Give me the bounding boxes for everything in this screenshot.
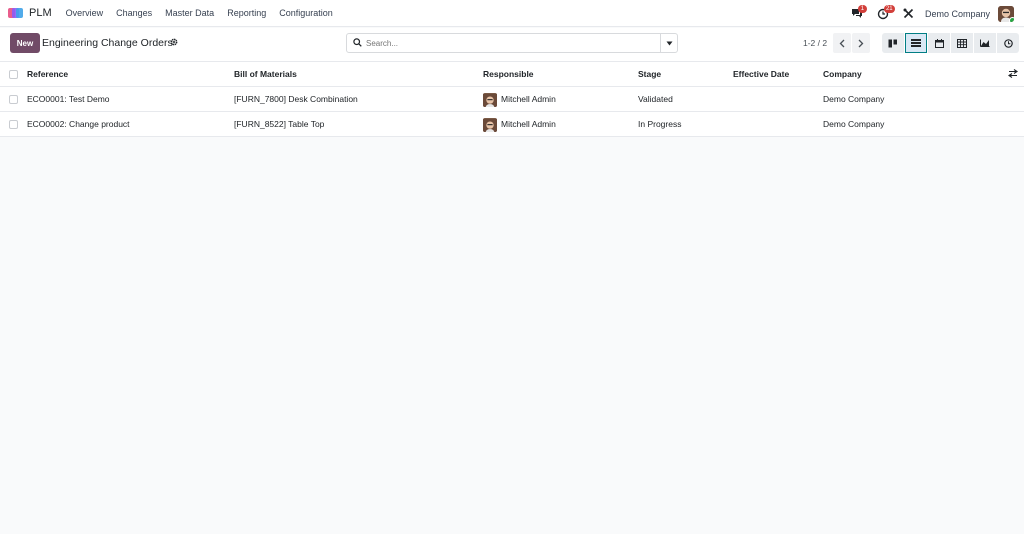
user-avatar[interactable] — [998, 5, 1014, 22]
cell-stage: In Progress — [638, 119, 682, 129]
list-view-button[interactable] — [905, 33, 927, 53]
list-icon — [911, 39, 921, 47]
calendar-view-button[interactable] — [928, 33, 950, 53]
search-input[interactable] — [366, 37, 656, 49]
column-header-company[interactable]: Company — [823, 62, 862, 87]
tools-button[interactable] — [901, 6, 917, 22]
search-bar — [346, 33, 678, 53]
main-menu: Overview Changes Master Data Reporting C… — [66, 8, 346, 18]
search-options-toggle[interactable] — [660, 34, 677, 52]
table-header-row: Reference Bill of Materials Responsible … — [0, 62, 1024, 87]
row-checkbox[interactable] — [9, 120, 18, 129]
menu-master-data[interactable]: Master Data — [165, 8, 214, 18]
new-button[interactable]: New — [10, 33, 40, 53]
menu-overview[interactable]: Overview — [66, 8, 104, 18]
select-all-checkbox[interactable] — [9, 70, 18, 79]
control-panel: New Engineering Change Orders 1-2 / 2 — [0, 28, 1024, 62]
cell-responsible: Mitchell Admin — [483, 112, 556, 137]
company-switcher[interactable]: Demo Company — [925, 9, 990, 19]
table-row[interactable]: ECO0002: Change product [FURN_8522] Tabl… — [0, 112, 1024, 137]
plm-app-icon — [8, 7, 23, 19]
menu-changes[interactable]: Changes — [116, 8, 152, 18]
menu-configuration[interactable]: Configuration — [279, 8, 333, 18]
activity-icon — [1003, 38, 1013, 48]
chevron-right-icon — [858, 39, 864, 47]
optional-columns-icon[interactable] — [1008, 69, 1018, 80]
cell-reference: ECO0002: Change product — [27, 119, 130, 129]
column-header-stage[interactable]: Stage — [638, 62, 661, 87]
column-header-responsible[interactable]: Responsible — [483, 62, 534, 87]
menu-reporting[interactable]: Reporting — [227, 8, 266, 18]
graph-icon — [980, 39, 990, 47]
systray: 1 21 Demo Company — [839, 0, 1014, 27]
caret-down-icon — [666, 41, 672, 45]
activities-button[interactable]: 21 — [875, 4, 895, 22]
eco-list-table: Reference Bill of Materials Responsible … — [0, 62, 1024, 137]
gear-icon[interactable] — [170, 38, 178, 48]
avatar — [483, 92, 497, 107]
online-status-dot — [1009, 16, 1014, 22]
top-navbar: PLM Overview Changes Master Data Reporti… — [0, 0, 1024, 27]
pager-next-button[interactable] — [852, 33, 870, 53]
page-title: Engineering Change Orders — [42, 37, 173, 49]
table-row[interactable]: ECO0001: Test Demo [FURN_7800] Desk Comb… — [0, 87, 1024, 112]
pivot-view-button[interactable] — [951, 33, 973, 53]
activity-view-button[interactable] — [997, 33, 1019, 53]
row-checkbox[interactable] — [9, 95, 18, 104]
calendar-icon — [934, 38, 944, 48]
cell-stage: Validated — [638, 94, 673, 104]
messages-button[interactable]: 1 — [849, 4, 867, 22]
messages-badge: 1 — [857, 4, 867, 13]
view-switcher — [882, 33, 1020, 53]
column-header-bom[interactable]: Bill of Materials — [234, 62, 297, 87]
graph-view-button[interactable] — [974, 33, 996, 53]
cell-reference: ECO0001: Test Demo — [27, 94, 110, 104]
cell-responsible: Mitchell Admin — [483, 87, 556, 112]
cell-company: Demo Company — [823, 94, 885, 104]
brand[interactable]: PLM — [8, 7, 52, 19]
cell-bom: [FURN_8522] Table Top — [234, 119, 325, 129]
pager-value[interactable]: 1-2 / 2 — [803, 38, 827, 48]
app-name[interactable]: PLM — [29, 7, 52, 19]
chevron-left-icon — [839, 39, 845, 47]
kanban-icon — [888, 39, 897, 47]
activities-badge: 21 — [883, 4, 895, 13]
column-header-reference[interactable]: Reference — [27, 62, 68, 87]
kanban-view-button[interactable] — [882, 33, 904, 53]
column-header-effective-date[interactable]: Effective Date — [733, 62, 789, 87]
pager-previous-button[interactable] — [833, 33, 851, 53]
pivot-icon — [957, 38, 967, 48]
search-icon — [353, 38, 362, 49]
responsible-name: Mitchell Admin — [501, 94, 556, 104]
cell-company: Demo Company — [823, 119, 885, 129]
tools-icon — [903, 8, 914, 19]
cell-bom: [FURN_7800] Desk Combination — [234, 94, 358, 104]
responsible-name: Mitchell Admin — [501, 119, 556, 129]
avatar — [483, 117, 497, 132]
